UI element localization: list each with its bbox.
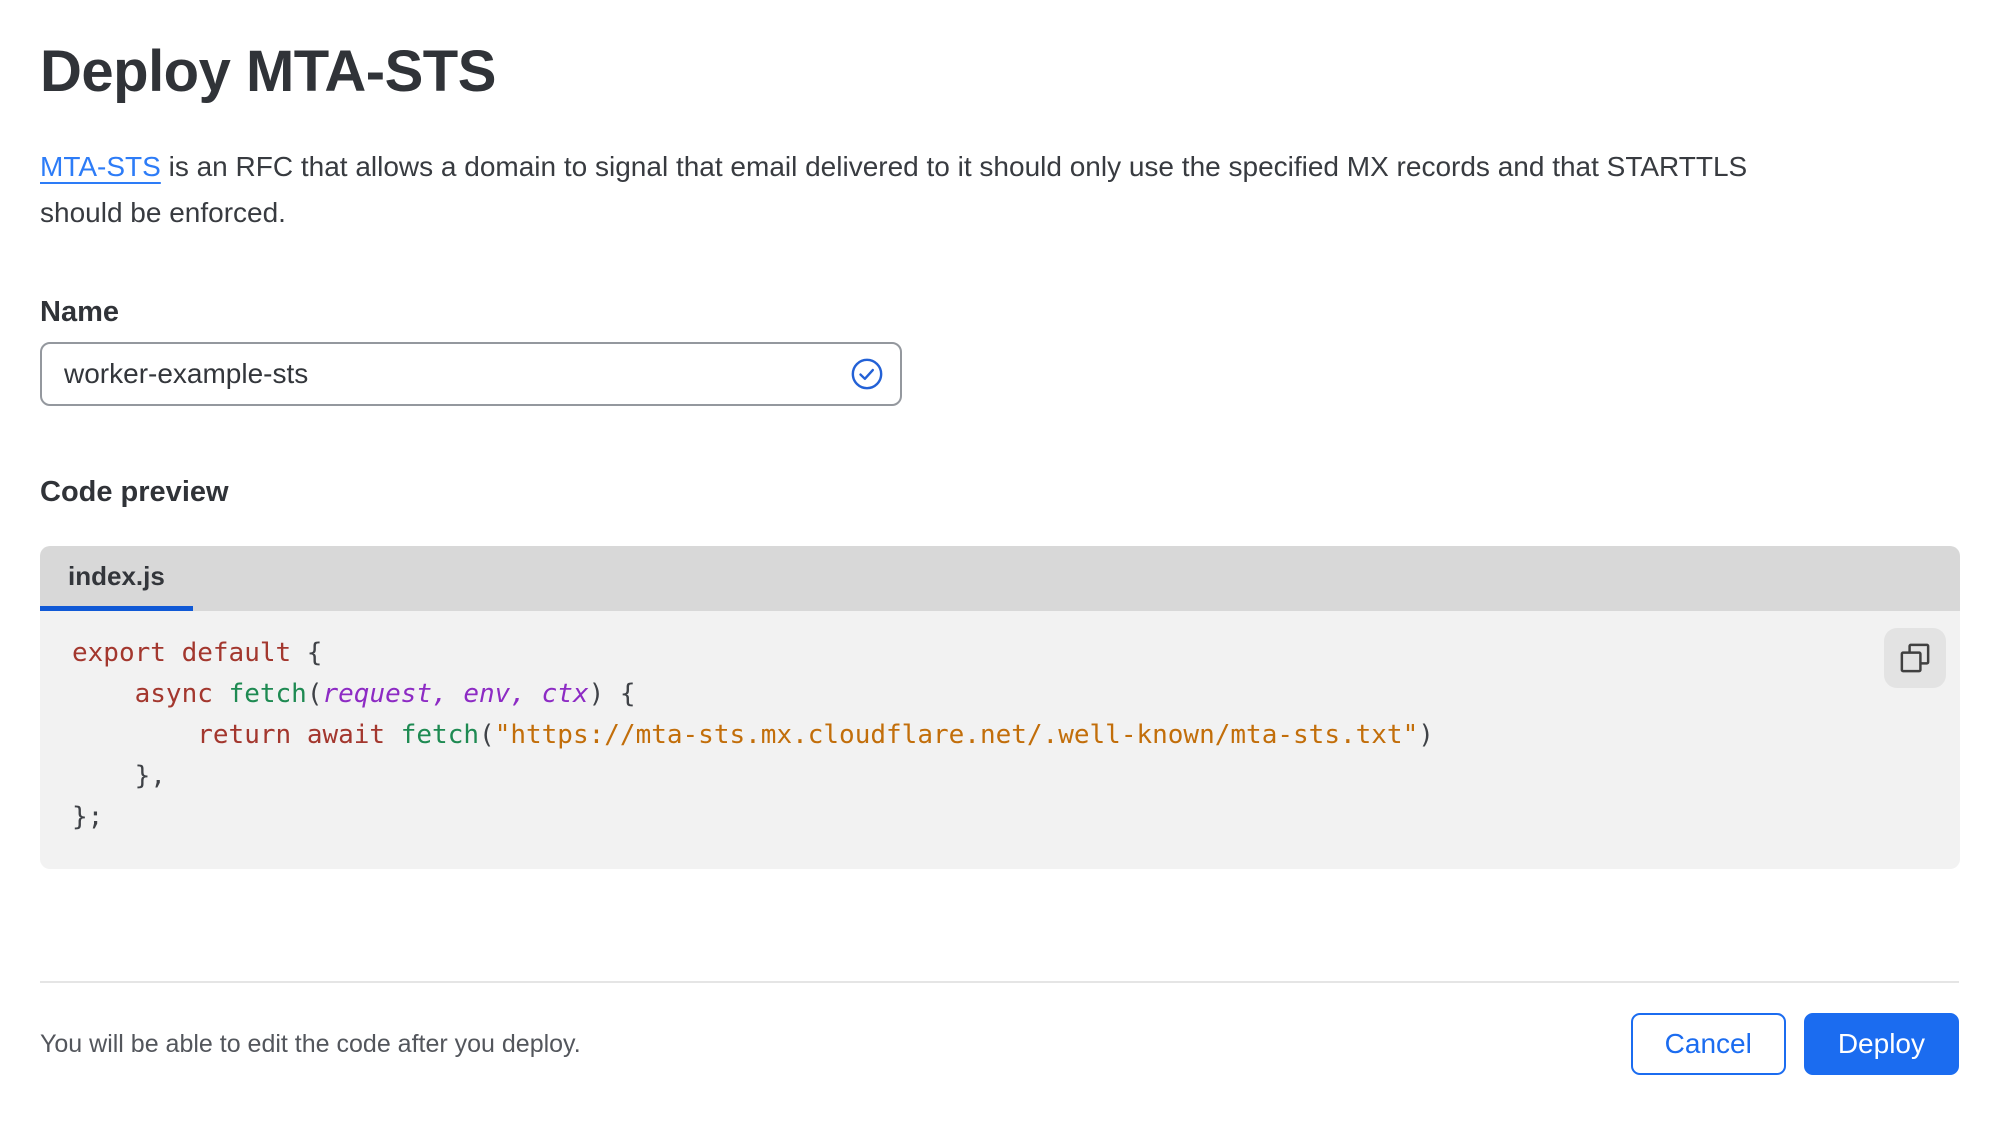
- name-input-wrap: [40, 342, 902, 406]
- code-line: export default {: [72, 638, 323, 668]
- code-block: export default { async fetch(request, en…: [72, 633, 1960, 838]
- footer-row: You will be able to edit the code after …: [40, 1013, 1959, 1075]
- tab-index-js[interactable]: index.js: [40, 546, 193, 611]
- name-input[interactable]: [40, 342, 902, 406]
- footer-note: You will be able to edit the code after …: [40, 1029, 581, 1058]
- code-line: },: [72, 761, 166, 791]
- footer-actions: Cancel Deploy: [1630, 1013, 1959, 1075]
- code-line: async fetch(request, env, ctx) {: [134, 679, 636, 709]
- code-line: };: [72, 802, 104, 832]
- code-preview-card: index.js export default { async fetch(re…: [40, 546, 1960, 869]
- page-title: Deploy MTA-STS: [40, 39, 496, 104]
- copy-icon: [1900, 643, 1930, 673]
- code-area: export default { async fetch(request, en…: [40, 611, 1960, 869]
- footer-divider: [40, 981, 1959, 983]
- code-line: return await fetch("https://mta-sts.mx.c…: [197, 720, 1434, 750]
- deploy-button[interactable]: Deploy: [1803, 1013, 1959, 1075]
- name-label: Name: [40, 296, 119, 328]
- cancel-button[interactable]: Cancel: [1630, 1013, 1786, 1075]
- mta-sts-link[interactable]: MTA-STS: [40, 151, 161, 182]
- deploy-mta-sts-page: Deploy MTA-STS MTA-STS is an RFC that al…: [0, 40, 1999, 1138]
- description-text: is an RFC that allows a domain to signal…: [40, 151, 1748, 228]
- code-tab-bar: index.js: [40, 546, 1960, 611]
- copy-code-button[interactable]: [1884, 628, 1946, 688]
- code-preview-label: Code preview: [40, 476, 229, 508]
- description: MTA-STS is an RFC that allows a domain t…: [40, 144, 1959, 236]
